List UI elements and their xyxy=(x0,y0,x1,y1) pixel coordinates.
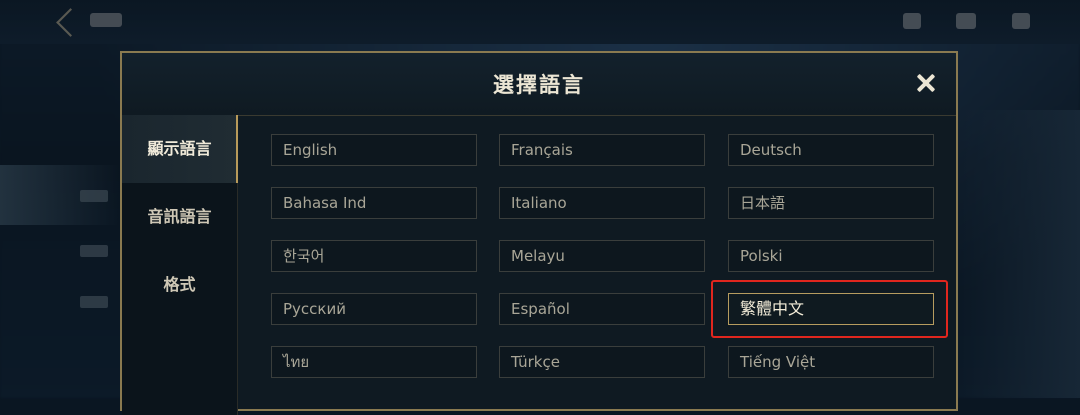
language-option-espanol[interactable]: Español xyxy=(499,293,705,325)
language-option-korean[interactable]: 한국어 xyxy=(271,240,477,272)
language-option-turkish[interactable]: Türkçe xyxy=(499,346,705,378)
language-option-bahasa[interactable]: Bahasa Ind xyxy=(271,187,477,219)
language-option-thai[interactable]: ไทย xyxy=(271,346,477,378)
language-option-francais[interactable]: Français xyxy=(499,134,705,166)
language-option-italiano[interactable]: Italiano xyxy=(499,187,705,219)
language-option-melayu[interactable]: Melayu xyxy=(499,240,705,272)
selection-highlight xyxy=(711,280,948,338)
language-grid: English Français Deutsch Bahasa Ind Ital… xyxy=(0,0,1080,398)
language-option-english[interactable]: English xyxy=(271,134,477,166)
language-option-polski[interactable]: Polski xyxy=(728,240,934,272)
language-option-deutsch[interactable]: Deutsch xyxy=(728,134,934,166)
language-option-japanese[interactable]: 日本語 xyxy=(728,187,934,219)
language-option-vietnamese[interactable]: Tiếng Việt xyxy=(728,346,934,378)
language-option-russian[interactable]: Русский xyxy=(271,293,477,325)
